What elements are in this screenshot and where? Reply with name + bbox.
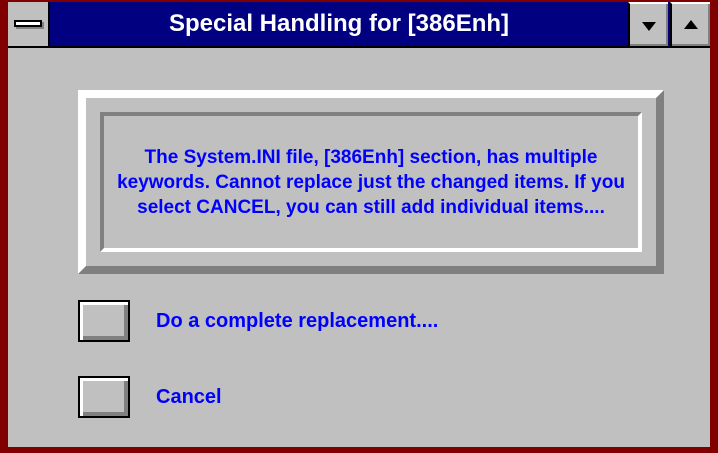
cancel-button[interactable] (78, 376, 130, 418)
maximize-icon (684, 20, 698, 29)
message-inner: The System.INI file, [386Enh] section, h… (100, 112, 642, 252)
minimize-icon (642, 22, 656, 31)
message-panel: The System.INI file, [386Enh] section, h… (78, 90, 664, 274)
message-text: The System.INI file, [386Enh] section, h… (117, 146, 625, 218)
title-bar[interactable]: Special Handling for [386Enh] (8, 2, 710, 48)
window-title: Special Handling for [386Enh] (168, 10, 510, 37)
maximize-button[interactable] (670, 2, 710, 46)
complete-replacement-label[interactable]: Do a complete replacement.... (156, 309, 438, 333)
dialog-window: Special Handling for [386Enh] The System… (0, 0, 718, 453)
system-menu-button[interactable] (8, 2, 50, 46)
complete-replacement-button[interactable] (78, 300, 130, 342)
system-menu-icon (14, 20, 42, 27)
minimize-button[interactable] (628, 2, 668, 46)
cancel-label[interactable]: Cancel (156, 385, 222, 409)
